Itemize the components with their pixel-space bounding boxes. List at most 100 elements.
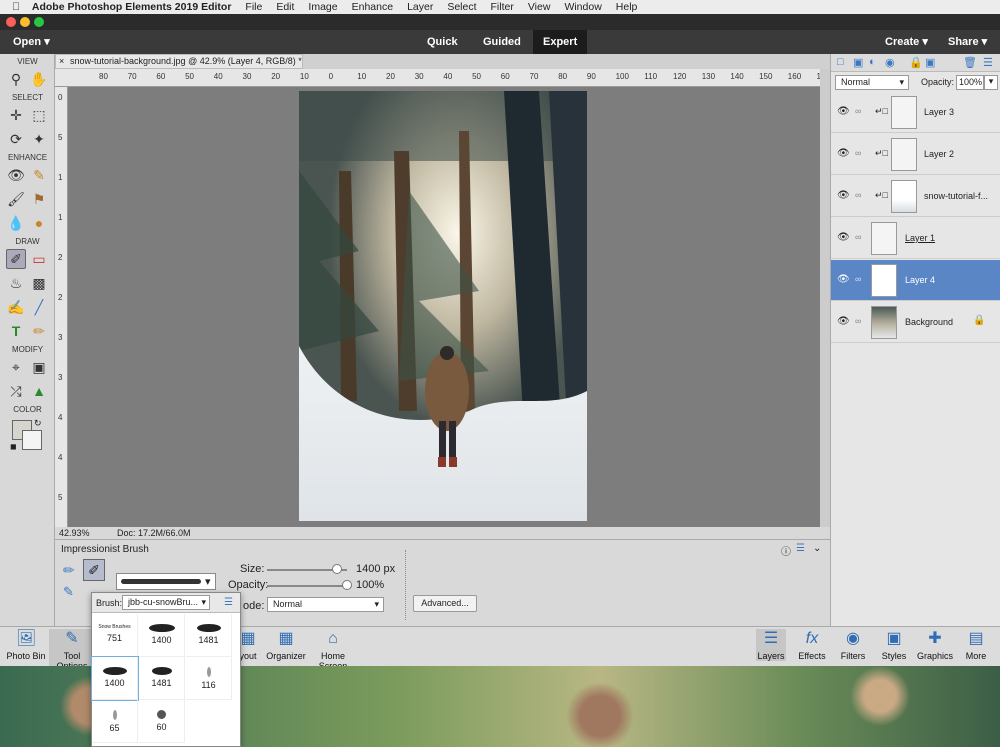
brush-preset[interactable]: 1481 <box>139 657 185 700</box>
brush-preset-selected[interactable]: 1400 <box>91 656 139 701</box>
blur-tool-icon[interactable]: 💧 <box>6 213 26 233</box>
layer-row-layer-1[interactable]: 👁 ∞ Layer 1 <box>831 218 1000 259</box>
healing-brush-icon[interactable]: ✎ <box>29 165 49 185</box>
link-icon[interactable]: ∞ <box>855 232 861 242</box>
red-eye-tool-icon[interactable]: 👁 <box>6 165 26 185</box>
home-screen-button[interactable]: ⌂Home Screen <box>306 629 360 671</box>
link-icon[interactable]: ∞ <box>855 316 861 326</box>
blend-mode-select[interactable]: Normal ▾ <box>835 75 909 90</box>
apple-icon[interactable]:  <box>12 1 20 13</box>
chevron-down-icon[interactable]: ▾ <box>984 75 998 90</box>
open-button[interactable]: Open ▾ <box>13 30 50 54</box>
menu-image[interactable]: Image <box>308 1 337 13</box>
zoom-window-button[interactable] <box>34 17 44 27</box>
link-icon[interactable]: ∞ <box>855 190 861 200</box>
pencil-tool-icon[interactable]: ✏ <box>29 321 49 341</box>
new-group-icon[interactable]: ▣ <box>853 56 863 69</box>
paint-bucket-icon[interactable]: ♨ <box>6 273 26 293</box>
layer-row-layer-2[interactable]: 👁 ∞ ↵□ Layer 2 <box>831 134 1000 175</box>
adjustment-layer-icon[interactable]: ◐ <box>869 56 876 68</box>
smart-brush-icon[interactable]: 🖌 <box>6 189 26 209</box>
layer-row-snow-tutorial[interactable]: 👁 ∞ ↵□ snow-tutorial-f... <box>831 176 1000 217</box>
lock-all-icon[interactable]: 🔒 <box>909 56 923 69</box>
visibility-eye-icon[interactable]: 👁 <box>837 232 850 243</box>
move-tool-icon[interactable]: ✛ <box>6 105 26 125</box>
hand-tool-icon[interactable]: ✋ <box>29 69 49 89</box>
background-color-swatch[interactable] <box>22 430 42 450</box>
effects-button[interactable]: fx Effects <box>796 629 828 661</box>
panel-menu-icon[interactable]: ☰ <box>983 56 993 69</box>
lock-transparent-icon[interactable]: ▣ <box>925 56 935 69</box>
visibility-eye-icon[interactable]: 👁 <box>837 106 850 117</box>
layers-button[interactable]: ☰ Layers <box>756 629 786 661</box>
tool-options-button[interactable]: ✎Tool Options <box>49 629 95 671</box>
layer-mask-icon[interactable]: ◉ <box>885 56 895 69</box>
delete-layer-icon[interactable]: 🗑 <box>963 56 977 69</box>
photo-bin-button[interactable]: 🖼 Photo Bin <box>6 629 46 661</box>
opacity-slider-track[interactable] <box>267 585 347 587</box>
magic-wand-icon[interactable]: ✦ <box>29 129 49 149</box>
organizer-button[interactable]: ▦ Organizer <box>266 629 306 661</box>
marquee-tool-icon[interactable]: ⬚ <box>29 105 49 125</box>
menu-enhance[interactable]: Enhance <box>352 1 393 13</box>
zoom-readout[interactable]: 42.93% <box>59 528 90 538</box>
mode-select[interactable]: Normal ▾ <box>267 597 384 612</box>
visibility-eye-icon[interactable]: 👁 <box>837 148 850 159</box>
more-button[interactable]: ▤ More <box>962 629 990 661</box>
menu-help[interactable]: Help <box>616 1 638 13</box>
default-colors-icon[interactable]: ◼ <box>10 442 17 451</box>
gradient-tool-icon[interactable]: ▩ <box>29 273 49 293</box>
link-icon[interactable]: ∞ <box>855 148 861 158</box>
brush-preset[interactable]: Snow Brushes 751 <box>92 614 138 657</box>
menu-layer[interactable]: Layer <box>407 1 433 13</box>
impressionist-brush-icon[interactable]: ✐ <box>6 249 26 269</box>
link-icon[interactable]: ∞ <box>855 106 861 116</box>
brush-preset[interactable]: 65 <box>92 700 138 743</box>
link-icon[interactable]: ∞ <box>855 274 861 284</box>
menu-filter[interactable]: Filter <box>491 1 514 13</box>
menu-view[interactable]: View <box>528 1 551 13</box>
help-icon[interactable]: ⓘ <box>781 543 791 558</box>
menu-select[interactable]: Select <box>447 1 476 13</box>
minimize-window-button[interactable] <box>20 17 30 27</box>
crop-tool-icon[interactable]: ⌖ <box>6 357 26 377</box>
brush-preset[interactable]: 1400 <box>139 614 185 657</box>
visibility-eye-icon[interactable]: 👁 <box>837 274 850 285</box>
size-slider-knob[interactable] <box>332 564 343 574</box>
content-aware-move-icon[interactable]: ⤮ <box>6 381 26 401</box>
mode-expert-tab[interactable]: Expert <box>533 30 588 54</box>
close-window-button[interactable] <box>6 17 16 27</box>
brush-preset[interactable]: 116 <box>186 657 232 700</box>
eraser-tool-icon[interactable]: ▭ <box>29 249 49 269</box>
size-value[interactable]: 1400 px <box>356 563 395 575</box>
straighten-tool-icon[interactable]: ▲ <box>29 381 49 401</box>
styles-button[interactable]: ▣ Styles <box>880 629 908 661</box>
menu-file[interactable]: File <box>245 1 262 13</box>
opacity-value[interactable]: 100% <box>356 579 384 591</box>
brush-preset-picker[interactable]: ▾ <box>116 573 216 590</box>
sponge-tool-icon[interactable]: ● <box>29 213 49 233</box>
lock-icon[interactable]: 🔒 <box>973 315 985 326</box>
brush-library-select[interactable]: jbb-cu-snowBru... ▾ <box>122 595 210 610</box>
opacity-slider-knob[interactable] <box>342 580 352 590</box>
document-tab[interactable]: × snow-tutorial-background.jpg @ 42.9% (… <box>55 54 303 69</box>
menu-window[interactable]: Window <box>564 1 601 13</box>
mode-guided-tab[interactable]: Guided <box>483 30 521 54</box>
eyedropper-icon[interactable]: ✍ <box>6 297 26 317</box>
menu-edit[interactable]: Edit <box>276 1 294 13</box>
layer-opacity-input[interactable]: 100% <box>956 75 984 90</box>
panel-menu-icon[interactable]: ☰ <box>796 543 805 554</box>
clone-stamp-icon[interactable]: ⚑ <box>29 189 49 209</box>
new-layer-icon[interactable]: □ <box>837 56 844 68</box>
vertical-scrollbar[interactable] <box>820 69 830 527</box>
brush-preset[interactable]: 1481 <box>186 614 232 657</box>
create-button[interactable]: Create ▾ <box>885 30 928 54</box>
layer-row-background[interactable]: 👁 ∞ Background 🔒 <box>831 302 1000 343</box>
layer-row-layer-3[interactable]: 👁 ∞ ↵□ Layer 3 <box>831 92 1000 133</box>
panel-menu-icon[interactable]: ☰ <box>224 597 233 608</box>
document-image[interactable] <box>299 91 587 521</box>
filters-button[interactable]: ◉ Filters <box>839 629 867 661</box>
visibility-eye-icon[interactable]: 👁 <box>837 190 850 201</box>
share-button[interactable]: Share ▾ <box>948 30 987 54</box>
collapse-icon[interactable]: ⌄ <box>813 543 821 554</box>
